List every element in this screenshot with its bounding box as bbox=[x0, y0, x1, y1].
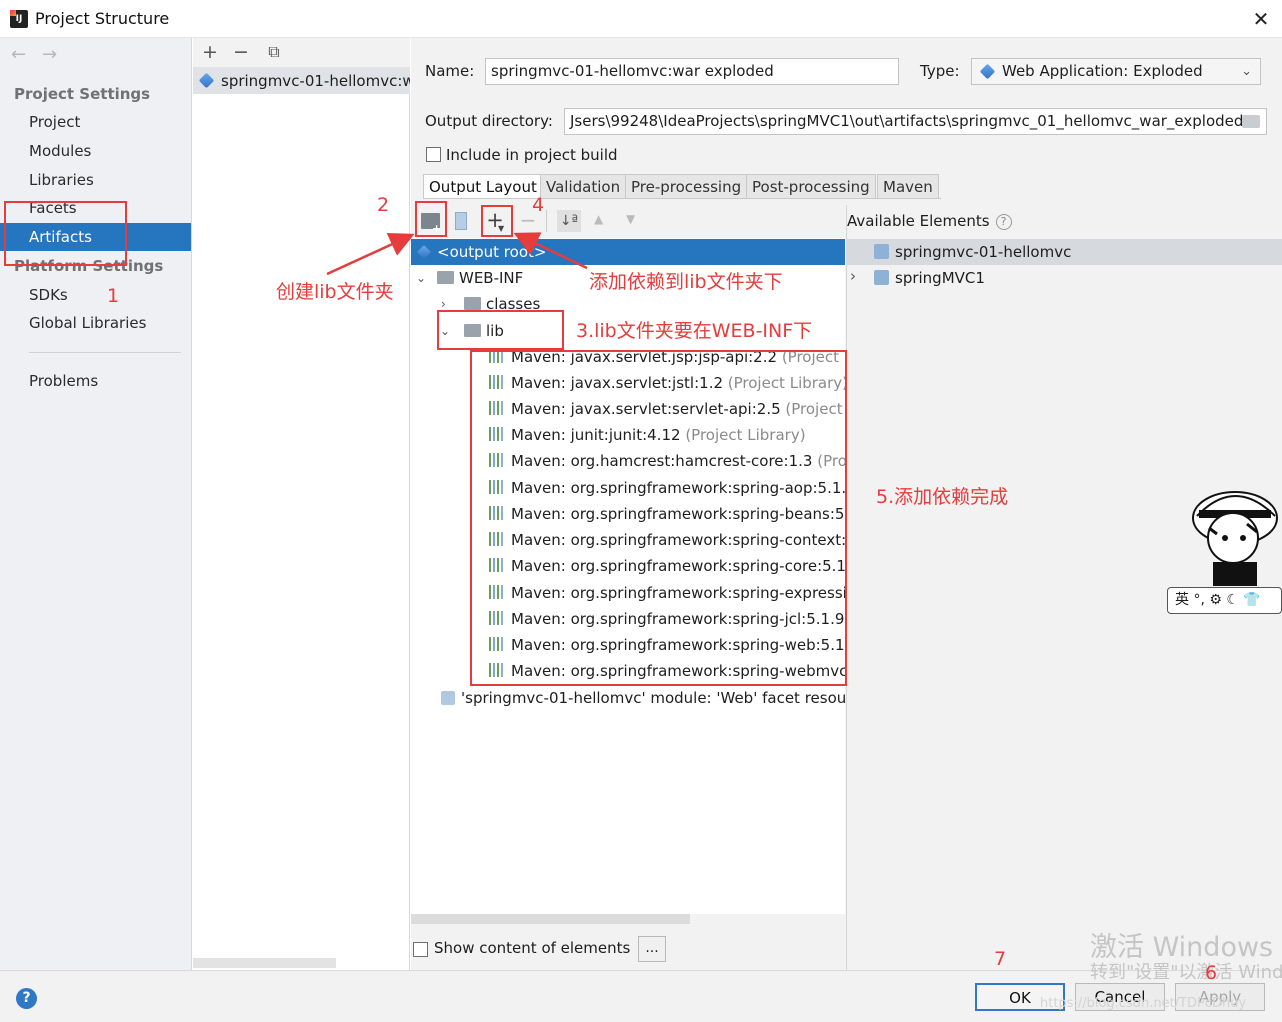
annotation-lib-under-webinf: 3.lib文件夹要在WEB-INF下 bbox=[576, 320, 813, 342]
annotation-number-4: 4 bbox=[532, 194, 545, 216]
arrow-to-add-button bbox=[513, 232, 588, 270]
annotation-number-2: 2 bbox=[377, 194, 390, 216]
annotation-dependencies-done: 5.添加依赖完成 bbox=[876, 486, 1009, 508]
annotation-create-lib: 创建lib文件夹 bbox=[276, 281, 394, 303]
annotation-add-dependency: 添加依赖到lib文件夹下 bbox=[589, 271, 783, 293]
annotation-number-7: 7 bbox=[994, 948, 1007, 970]
annotation-number-6: 6 bbox=[1205, 962, 1218, 984]
annotation-number-1: 1 bbox=[107, 285, 120, 307]
annotation-arrows bbox=[326, 232, 588, 276]
arrow-to-create-dir bbox=[326, 232, 415, 276]
